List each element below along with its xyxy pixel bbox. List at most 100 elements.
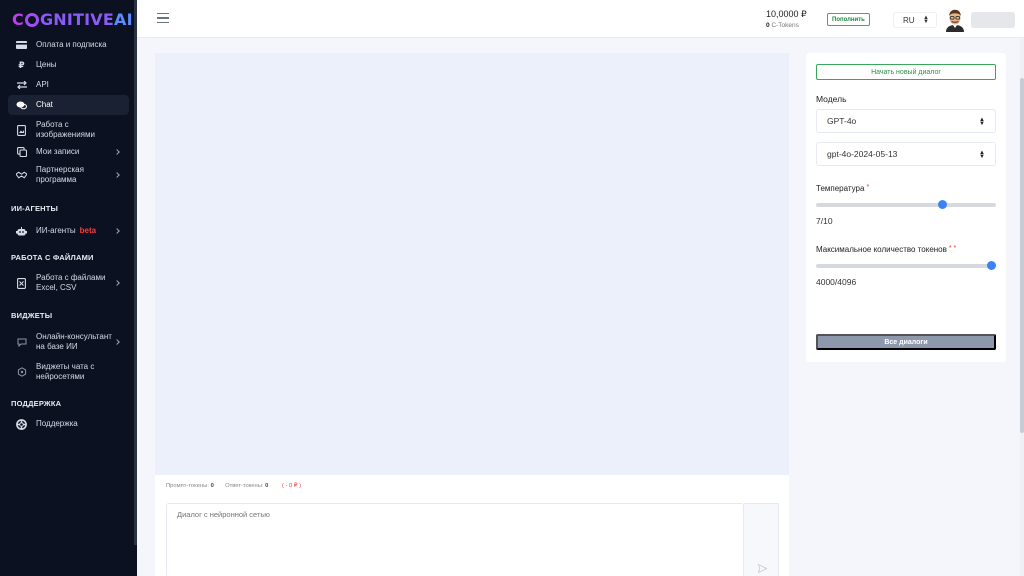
agents-label: ИИ-агенты bbox=[36, 226, 76, 235]
model-version-value: gpt-4o-2024-05-13 bbox=[827, 149, 898, 159]
language-select[interactable]: RU ▲ ▼ bbox=[893, 12, 937, 28]
model-version-select[interactable]: gpt-4o-2024-05-13 ▲ ▼ bbox=[816, 142, 996, 166]
section-title-files: РАБОТА С ФАЙЛАМИ bbox=[11, 253, 94, 262]
lifebuoy-icon bbox=[16, 418, 27, 430]
sidebar-item-support[interactable]: Поддержка bbox=[8, 417, 129, 431]
send-icon bbox=[758, 564, 767, 573]
page-scrollbar-thumb[interactable] bbox=[1020, 78, 1024, 433]
chat-input-section: Промпт-токены: 0 Ответ-токены: 0 ( - 0 ₽… bbox=[155, 475, 789, 576]
widget-icon bbox=[16, 367, 27, 378]
chevron-right-icon bbox=[114, 172, 120, 178]
max-tokens-slider-handle[interactable] bbox=[987, 261, 997, 270]
sidebar-item-consultant[interactable]: Онлайн-консультант на базе ИИ bbox=[8, 330, 129, 354]
sort-arrows-icon: ▲ ▼ bbox=[979, 117, 985, 127]
sidebar-item-label: Мои записи bbox=[36, 147, 80, 156]
section-title-widgets: ВИДЖЕТЫ bbox=[11, 311, 53, 320]
cost-display: ( - 0 ₽ ) bbox=[281, 483, 302, 489]
token-usage-line: Промпт-токены: 0 Ответ-токены: 0 ( - 0 ₽… bbox=[166, 483, 301, 489]
chat-icon bbox=[16, 100, 27, 111]
sidebar-item-label: Оплата и подписка bbox=[36, 40, 107, 49]
robot-icon bbox=[16, 226, 27, 237]
sidebar-item-billing[interactable]: Оплата и подписка bbox=[8, 38, 129, 52]
required-marker: * * bbox=[948, 245, 957, 252]
brand-logo[interactable]: C GNITIVE AI bbox=[0, 0, 137, 38]
sidebar-item-chat-widgets[interactable]: Виджеты чата с нейросетями bbox=[8, 360, 129, 384]
logo-letter: C bbox=[12, 9, 24, 29]
spreadsheet-icon bbox=[16, 277, 27, 289]
sidebar-item-prices[interactable]: ₽ Цены bbox=[8, 58, 129, 72]
image-doc-icon bbox=[16, 124, 27, 136]
prompt-tokens-value: 0 bbox=[210, 483, 214, 489]
page-scrollbar[interactable] bbox=[1020, 38, 1024, 576]
all-dialogs-button[interactable]: Все диалоги bbox=[816, 334, 996, 350]
avatar[interactable] bbox=[944, 8, 966, 32]
message-icon bbox=[16, 337, 27, 348]
sort-arrows-icon: ▲ ▼ bbox=[979, 150, 985, 160]
sidebar-item-files[interactable]: Работа с файлами Excel, CSV bbox=[8, 271, 129, 295]
logo-suffix: AI bbox=[114, 9, 133, 29]
chevron-right-icon bbox=[114, 228, 120, 234]
sidebar-item-label: Chat bbox=[36, 100, 53, 109]
sidebar-item-chat[interactable]: Chat bbox=[8, 95, 129, 115]
balance-amount: 10,0000 ₽ bbox=[766, 9, 807, 19]
chevron-right-icon bbox=[114, 149, 120, 155]
temperature-label: Температура * bbox=[816, 184, 869, 193]
model-label: Модель bbox=[816, 94, 847, 104]
max-tokens-slider[interactable] bbox=[816, 261, 997, 270]
section-title-support: ПОДДЕРЖКА bbox=[11, 399, 62, 408]
section-title-agents: ИИ-АГЕНТЫ bbox=[11, 204, 59, 213]
temperature-value: 7/10 bbox=[816, 216, 833, 226]
temperature-label-text: Температура bbox=[816, 184, 865, 193]
card-icon bbox=[16, 40, 27, 51]
copy-icon bbox=[16, 147, 27, 158]
answer-tokens-value: 0 bbox=[265, 483, 269, 489]
settings-panel: Начать новый диалог Модель GPT-4o ▲ ▼ gpt… bbox=[806, 53, 1006, 362]
sidebar-item-label: Онлайн-консультант на базе ИИ bbox=[36, 332, 112, 351]
handshake-icon bbox=[16, 170, 27, 181]
sidebar-item-label: Виджеты чата с нейросетями bbox=[36, 362, 95, 381]
sidebar-item-label: Поддержка bbox=[36, 419, 78, 428]
temperature-slider-handle[interactable] bbox=[937, 200, 947, 209]
sidebar-item-label: Партнерская программа bbox=[36, 165, 84, 184]
sidebar-item-records[interactable]: Мои записи bbox=[8, 145, 129, 159]
sidebar-item-label: Цены bbox=[36, 60, 57, 69]
model-select[interactable]: GPT-4o ▲ ▼ bbox=[816, 109, 996, 133]
chat-messages-area bbox=[155, 53, 789, 475]
send-button[interactable] bbox=[744, 503, 779, 576]
sidebar-item-label: API bbox=[36, 80, 49, 89]
sidebar-item-partner[interactable]: Партнерская программа bbox=[8, 163, 129, 187]
user-menu[interactable] bbox=[971, 12, 1015, 28]
sidebar-item-images[interactable]: Работа с изображениями bbox=[8, 118, 129, 142]
max-tokens-label: Максимальное количество токенов * * bbox=[816, 245, 956, 254]
sidebar-item-label: Работа с изображениями bbox=[36, 120, 95, 139]
balance-display: 10,0000 ₽ 0 C-Tokens bbox=[766, 9, 807, 29]
sort-arrows-icon: ▲ ▼ bbox=[923, 15, 929, 25]
prompt-tokens-label: Промпт-токены: bbox=[166, 483, 209, 489]
sidebar-item-api[interactable]: API bbox=[8, 78, 129, 92]
sidebar-item-label: Работа с файлами Excel, CSV bbox=[36, 273, 106, 292]
sidebar: C GNITIVE AI Оплата и подписка ₽ Цены API … bbox=[0, 0, 137, 576]
chevron-right-icon bbox=[114, 339, 120, 345]
ruble-icon: ₽ bbox=[18, 59, 25, 70]
sidebar-scrollbar[interactable] bbox=[134, 0, 137, 545]
sidebar-item-agents[interactable]: ИИ-агенты beta bbox=[8, 224, 129, 238]
max-tokens-label-text: Максимальное количество токенов bbox=[816, 245, 947, 254]
token-balance: 0 C-Tokens bbox=[766, 22, 807, 29]
required-marker: * bbox=[866, 184, 870, 191]
token-count: 0 bbox=[766, 22, 770, 29]
token-label: C-Tokens bbox=[771, 22, 799, 29]
sidebar-item-label: ИИ-агенты beta bbox=[36, 226, 96, 236]
chat-input[interactable] bbox=[166, 503, 744, 576]
logo-cog-icon bbox=[24, 13, 39, 27]
answer-tokens-label: Ответ-токены: bbox=[225, 483, 264, 489]
max-tokens-value: 4000/4096 bbox=[816, 277, 857, 287]
chevron-right-icon bbox=[114, 280, 120, 286]
menu-toggle-icon[interactable] bbox=[157, 13, 169, 23]
logo-text: GNITIVE bbox=[39, 9, 115, 29]
temperature-slider[interactable] bbox=[816, 200, 996, 209]
topbar: 10,0000 ₽ 0 C-Tokens Пополнить RU ▲ ▼ bbox=[137, 0, 1024, 38]
new-dialog-button[interactable]: Начать новый диалог bbox=[816, 64, 996, 80]
topup-button[interactable]: Пополнить bbox=[827, 13, 870, 26]
model-value: GPT-4o bbox=[827, 116, 857, 126]
language-value: RU bbox=[903, 15, 915, 25]
